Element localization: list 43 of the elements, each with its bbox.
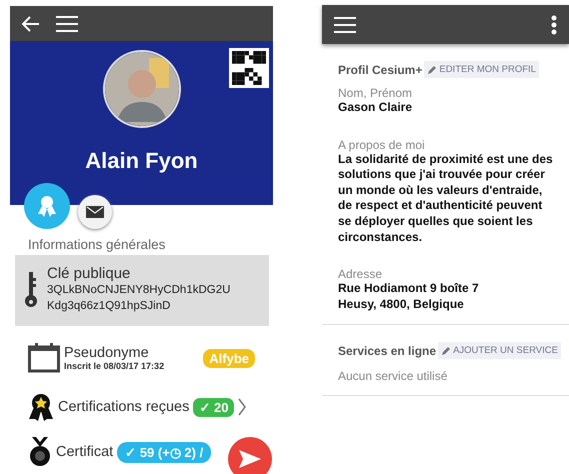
certification-count-badge: ✓ 20	[193, 398, 234, 417]
public-key-label: Clé publique	[47, 265, 132, 282]
qr-code-icon[interactable]	[229, 48, 269, 88]
empty-services-text: Aucun service utilisé	[338, 369, 448, 384]
field-value: La solidarité de proximité est une des solutions que j'ai trouvée pour créer un monde où les valeurs d'entraide, de respect et d'authenticité peuvent se déployer quelles que soient les circonstances.	[338, 152, 554, 246]
certify-button[interactable]	[24, 183, 70, 229]
public-key-value: 3QLkBNoCNJENY8HyCDh1kDG2U	[47, 283, 230, 298]
public-key-value: Kdg3q66z1Q91hpSJinD	[47, 299, 172, 314]
pencil-icon	[441, 346, 452, 356]
profile-name: Alain Fyon	[85, 148, 198, 174]
back-arrow-icon[interactable]	[22, 16, 40, 32]
message-button[interactable]	[78, 195, 112, 229]
medal-icon	[28, 437, 52, 468]
menu-icon[interactable]	[56, 16, 78, 32]
pseudonym-badge: Alfybe	[203, 348, 255, 368]
section-title: Informations générales	[28, 237, 166, 252]
menu-icon[interactable]	[334, 16, 356, 32]
field-value: Rue Hodiamont 9 boîte 7	[338, 281, 480, 297]
pseudonym-label: Pseudonyme	[64, 345, 150, 362]
certifications-received-label: Certifications reçues	[58, 399, 190, 416]
field-value: Gason Claire	[338, 100, 414, 116]
certification-count-badge: ✓ 59 (+◷ 2) /	[117, 442, 212, 463]
field-label: Adresse	[338, 267, 384, 282]
award-icon	[37, 195, 57, 217]
section-title: Profil Cesium+	[338, 62, 422, 76]
section-title: Services en ligne	[338, 344, 436, 358]
field-value: Heusy, 4800, Belgique	[338, 296, 465, 312]
mail-icon	[86, 206, 104, 218]
medal-icon	[28, 393, 54, 422]
pencil-icon	[427, 64, 438, 74]
calendar-icon	[28, 343, 60, 374]
registration-date: Inscrit le 08/03/17 17:32	[64, 361, 164, 372]
key-icon	[25, 272, 37, 308]
certifications-given-label: Certificat	[56, 444, 114, 460]
more-options-icon[interactable]	[551, 14, 557, 34]
field-label: Nom, Prénom	[338, 86, 414, 100]
send-button[interactable]	[228, 437, 272, 474]
field-label: A propos de moi	[338, 138, 426, 152]
edit-profile-button[interactable]: EDITER MON PROFIL	[424, 61, 539, 78]
add-service-button[interactable]: AJOUTER UN SERVICE	[438, 342, 561, 360]
public-key-card[interactable]: Clé publique 3QLkBNoCNJENY8HyCDh1kDG2U Kdg3q66z1Q91hpSJinD	[15, 255, 269, 326]
chevron-right-icon[interactable]	[238, 398, 246, 416]
send-icon	[239, 450, 261, 468]
